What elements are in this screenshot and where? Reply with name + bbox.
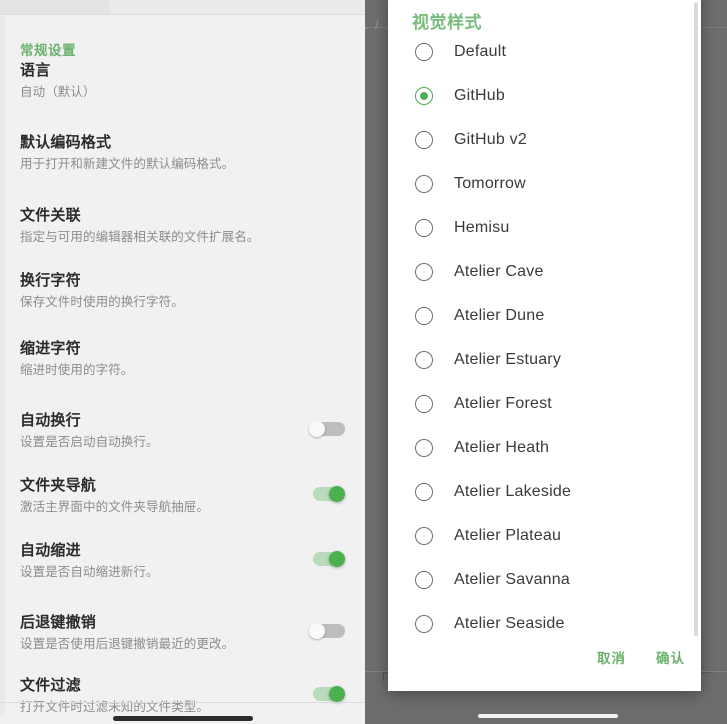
setting-title: 默认编码格式: [20, 134, 112, 151]
theme-option-label: Atelier Heath: [454, 439, 550, 456]
setting-subtitle: 缩进时使用的字符。: [20, 363, 134, 377]
settings-pane: 常规设置 语言 自动（默认） 默认编码格式 用于打开和新建文件的默认编码格式。 文件关联…: [0, 0, 365, 724]
setting-subtitle: 自动（默认）: [20, 85, 96, 99]
setting-row[interactable]: 默认编码格式用于打开和新建文件的默认编码格式。: [0, 133, 365, 173]
radio-unchecked-icon[interactable]: [415, 439, 433, 457]
setting-subtitle: 设置是否自动缩进新行。: [20, 565, 159, 579]
pane-home-indicator: [113, 716, 253, 721]
setting-toggle-switch[interactable]: [309, 486, 345, 502]
dialog-scrollbar[interactable]: [694, 2, 698, 636]
setting-row[interactable]: 文件过滤打开文件时过滤未知的文件类型。: [0, 676, 365, 716]
theme-option-row[interactable]: Atelier Seaside: [388, 602, 701, 646]
theme-option-row[interactable]: GitHub: [388, 74, 701, 118]
radio-unchecked-icon[interactable]: [415, 219, 433, 237]
theme-option-row[interactable]: Atelier Lakeside: [388, 470, 701, 514]
setting-subtitle: 激活主界面中的文件夹导航抽屉。: [20, 500, 210, 514]
radio-unchecked-icon[interactable]: [415, 263, 433, 281]
theme-option-row[interactable]: Atelier Plateau: [388, 514, 701, 558]
radio-unchecked-icon[interactable]: [415, 351, 433, 369]
theme-option-label: Atelier Cave: [454, 263, 544, 280]
setting-row[interactable]: 语言自动（默认）: [0, 61, 365, 101]
setting-title: 文件过滤: [20, 677, 81, 694]
radio-unchecked-icon[interactable]: [415, 615, 433, 633]
theme-option-row[interactable]: Atelier Cave: [388, 250, 701, 294]
setting-row[interactable]: 自动换行设置是否启动自动换行。: [0, 411, 365, 451]
theme-option-label: Atelier Seaside: [454, 615, 565, 632]
pane-bottom-divider: [0, 702, 365, 703]
setting-subtitle: 设置是否启动自动换行。: [20, 435, 159, 449]
setting-row[interactable]: 换行字符保存文件时使用的换行字符。: [0, 271, 365, 311]
theme-option-label: Atelier Forest: [454, 395, 552, 412]
theme-option-label: GitHub: [454, 87, 505, 104]
theme-option-label: Atelier Savanna: [454, 571, 570, 588]
confirm-button[interactable]: 确认: [656, 647, 685, 667]
section-title-general: 常规设置: [20, 43, 76, 58]
setting-subtitle: 用于打开和新建文件的默认编码格式。: [20, 157, 235, 171]
setting-toggle-switch[interactable]: [309, 421, 345, 437]
setting-title: 文件关联: [20, 207, 81, 224]
theme-option-label: Atelier Dune: [454, 307, 545, 324]
theme-option-label: Atelier Estuary: [454, 351, 562, 368]
settings-list: 常规设置 语言 自动（默认） 默认编码格式 用于打开和新建文件的默认编码格式。 文件关联…: [0, 16, 365, 714]
theme-option-label: Atelier Lakeside: [454, 483, 572, 500]
setting-title: 文件夹导航: [20, 477, 97, 494]
theme-option-row[interactable]: Default: [388, 30, 701, 74]
setting-subtitle: 打开文件时过滤未知的文件类型。: [20, 700, 210, 714]
pane-topbar: [0, 0, 365, 15]
setting-title: 自动换行: [20, 412, 81, 429]
theme-option-row[interactable]: Tomorrow: [388, 162, 701, 206]
radio-unchecked-icon[interactable]: [415, 527, 433, 545]
theme-option-row[interactable]: Atelier Savanna: [388, 558, 701, 602]
radio-unchecked-icon[interactable]: [415, 307, 433, 325]
cancel-button[interactable]: 取消: [597, 647, 626, 667]
screen-root: 1 / 常规设置 语言 自动（默认） 默认编码格式 用于打开和新建文件的默认编码格式。…: [0, 0, 727, 724]
setting-title: 后退键撤销: [20, 614, 97, 631]
toggle-thumb: [329, 551, 345, 567]
setting-row[interactable]: 文件关联指定与可用的编辑器相关联的文件扩展名。: [0, 206, 365, 246]
toggle-thumb: [329, 486, 345, 502]
setting-title: 换行字符: [20, 272, 81, 289]
toggle-thumb: [309, 421, 325, 437]
theme-option-row[interactable]: GitHub v2: [388, 118, 701, 162]
radio-unchecked-icon[interactable]: [415, 43, 433, 61]
system-home-indicator: [478, 714, 618, 718]
theme-option-label: Atelier Plateau: [454, 527, 562, 544]
theme-option-row[interactable]: Hemisu: [388, 206, 701, 250]
setting-row[interactable]: 自动缩进设置是否自动缩进新行。: [0, 541, 365, 581]
setting-title: 语言: [20, 62, 51, 79]
visual-style-dialog: 视觉样式 Default GitHub GitHub v2 Tomorrow Hemis…: [388, 0, 701, 691]
setting-row[interactable]: 缩进字符缩进时使用的字符。: [0, 339, 365, 379]
theme-option-row[interactable]: Atelier Estuary: [388, 338, 701, 382]
setting-title: 缩进字符: [20, 340, 81, 357]
radio-unchecked-icon[interactable]: [415, 571, 433, 589]
dialog-action-bar: 取消 确认: [597, 647, 685, 667]
radio-unchecked-icon[interactable]: [415, 131, 433, 149]
theme-option-label: GitHub v2: [454, 131, 527, 148]
setting-row[interactable]: 后退键撤销设置是否使用后退键撤销最近的更改。: [0, 613, 365, 653]
setting-subtitle: 指定与可用的编辑器相关联的文件扩展名。: [20, 230, 260, 244]
setting-title: 自动缩进: [20, 542, 81, 559]
radio-unchecked-icon[interactable]: [415, 483, 433, 501]
radio-unchecked-icon[interactable]: [415, 395, 433, 413]
theme-option-row[interactable]: Atelier Forest: [388, 382, 701, 426]
theme-option-row[interactable]: Atelier Dune: [388, 294, 701, 338]
radio-checked-icon[interactable]: [415, 87, 433, 105]
theme-option-label: Hemisu: [454, 219, 510, 236]
theme-option-row[interactable]: Atelier Heath: [388, 426, 701, 470]
setting-toggle-switch[interactable]: [309, 623, 345, 639]
setting-row[interactable]: 文件夹导航激活主界面中的文件夹导航抽屉。: [0, 476, 365, 516]
setting-subtitle: 设置是否使用后退键撤销最近的更改。: [20, 637, 235, 651]
setting-toggle-switch[interactable]: [309, 686, 345, 702]
theme-option-label: Default: [454, 43, 507, 60]
setting-subtitle: 保存文件时使用的换行字符。: [20, 295, 184, 309]
toggle-thumb: [309, 623, 325, 639]
setting-toggle-switch[interactable]: [309, 551, 345, 567]
theme-option-list[interactable]: Default GitHub GitHub v2 Tomorrow Hemisu Atel…: [388, 30, 701, 636]
theme-option-label: Tomorrow: [454, 175, 526, 192]
toggle-thumb: [329, 686, 345, 702]
pane-topbar-fill: [0, 0, 110, 14]
radio-unchecked-icon[interactable]: [415, 175, 433, 193]
